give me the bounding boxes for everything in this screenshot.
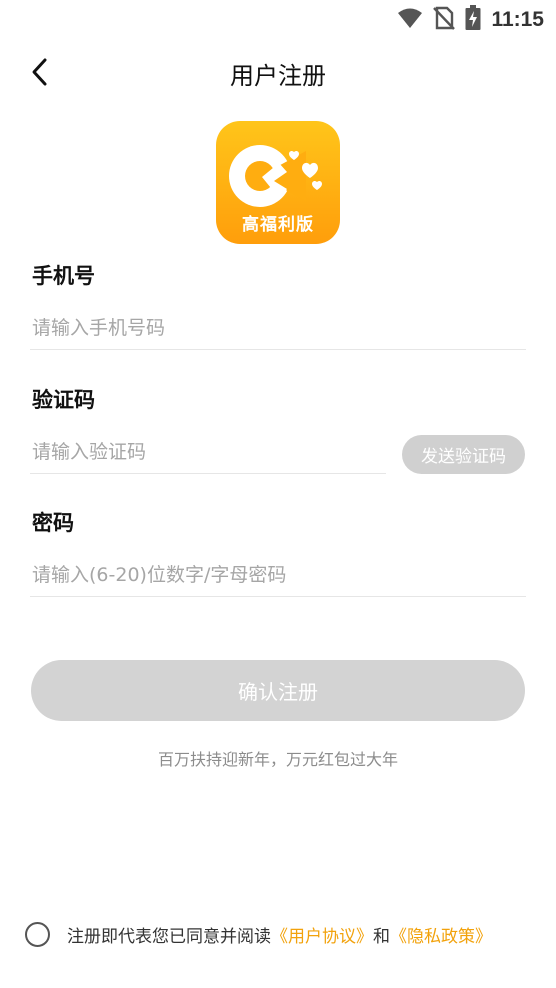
password-label: 密码	[32, 511, 74, 535]
status-icons: 11:15	[397, 5, 544, 35]
logo-caption: 高福利版	[242, 215, 314, 235]
confirm-register-button[interactable]: 确认注册	[31, 660, 525, 721]
agree-checkbox[interactable]	[25, 922, 50, 947]
user-agreement-link[interactable]: 《用户协议》	[271, 927, 373, 947]
code-label: 验证码	[32, 388, 95, 412]
app-logo: 高福利版	[216, 121, 340, 244]
phone-label: 手机号	[32, 264, 95, 288]
nav-bar: 用户注册	[0, 44, 556, 102]
battery-charging-icon	[465, 5, 481, 35]
code-input[interactable]	[30, 430, 386, 474]
phone-input[interactable]	[30, 306, 526, 350]
agreement-text: 注册即代表您已同意并阅读《用户协议》和《隐私政策》	[67, 922, 492, 947]
promo-text: 百万扶持迎新年，万元红包过大年	[157, 750, 398, 769]
send-code-button[interactable]: 发送验证码	[402, 435, 525, 474]
status-bar: 11:15	[0, 0, 556, 38]
wifi-icon	[397, 7, 423, 33]
privacy-policy-link[interactable]: 《隐私政策》	[390, 927, 492, 947]
agreement-row: 注册即代表您已同意并阅读《用户协议》和《隐私政策》	[25, 922, 492, 947]
password-input[interactable]	[30, 553, 526, 597]
agreement-connector: 和	[373, 927, 390, 947]
no-sim-icon	[433, 6, 456, 34]
page-title: 用户注册	[230, 62, 326, 90]
agreement-prefix: 注册即代表您已同意并阅读	[67, 927, 271, 947]
status-time: 11:15	[491, 8, 544, 31]
